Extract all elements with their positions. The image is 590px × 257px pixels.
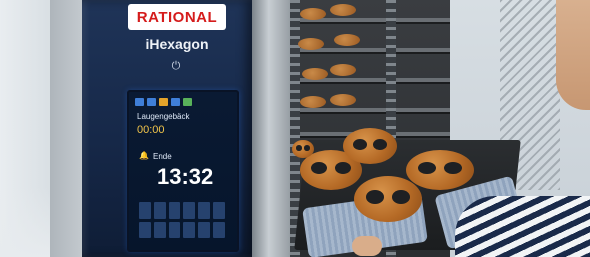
screen-button[interactable] bbox=[198, 202, 211, 219]
status-icon bbox=[171, 98, 180, 106]
pretzel bbox=[300, 96, 326, 108]
screen-button[interactable] bbox=[153, 221, 166, 238]
end-time: 13:32 bbox=[157, 164, 214, 189]
pretzel bbox=[300, 8, 326, 20]
power-icon[interactable]: ⏻ bbox=[170, 60, 182, 72]
pretzel bbox=[330, 64, 356, 76]
screen-button[interactable] bbox=[168, 202, 181, 219]
status-icon bbox=[159, 98, 168, 106]
end-label: Ende bbox=[153, 152, 172, 161]
screen-button[interactable] bbox=[213, 202, 225, 219]
screen-button[interactable] bbox=[183, 221, 196, 238]
hand bbox=[352, 236, 382, 256]
bell-icon: 🔔 bbox=[139, 151, 149, 160]
pretzel bbox=[330, 4, 356, 16]
elapsed-time: 00:00 bbox=[137, 124, 165, 136]
oven-door-edge bbox=[252, 0, 294, 257]
pretzel bbox=[292, 140, 314, 158]
screen-button[interactable] bbox=[153, 202, 166, 219]
pretzel bbox=[298, 38, 324, 50]
brand-logo-text: RATIONAL bbox=[136, 8, 218, 26]
oven-control-panel: RATIONAL iHexagon ⏻ Laugengebäck 00:00 🔔… bbox=[82, 0, 252, 257]
pretzel bbox=[406, 150, 474, 190]
brand-logo: RATIONAL bbox=[128, 4, 226, 30]
pretzel bbox=[334, 34, 360, 46]
oven-rack bbox=[290, 108, 450, 112]
status-icon bbox=[147, 98, 156, 106]
screen-button[interactable] bbox=[198, 221, 211, 238]
pretzel bbox=[354, 176, 422, 222]
status-icon bbox=[135, 98, 144, 106]
screen-button-grid bbox=[139, 202, 225, 238]
pretzel bbox=[330, 94, 356, 106]
screen-button[interactable] bbox=[183, 202, 196, 219]
striped-sleeve bbox=[455, 196, 590, 257]
screen-button[interactable] bbox=[168, 221, 181, 238]
screen-status-icons bbox=[135, 98, 192, 106]
person-head bbox=[556, 0, 590, 110]
screen-button[interactable] bbox=[139, 202, 151, 219]
photo-scene: RATIONAL iHexagon ⏻ Laugengebäck 00:00 🔔… bbox=[0, 0, 590, 257]
pretzel bbox=[343, 128, 397, 164]
screen-button[interactable] bbox=[213, 221, 225, 238]
screen-button[interactable] bbox=[139, 221, 151, 238]
status-icon bbox=[183, 98, 192, 106]
oven-touchscreen[interactable]: Laugengebäck 00:00 🔔 Ende 13:32 bbox=[127, 90, 239, 252]
product-name: iHexagon bbox=[145, 36, 209, 52]
program-name: Laugengebäck bbox=[137, 112, 190, 121]
pretzel bbox=[302, 68, 328, 80]
